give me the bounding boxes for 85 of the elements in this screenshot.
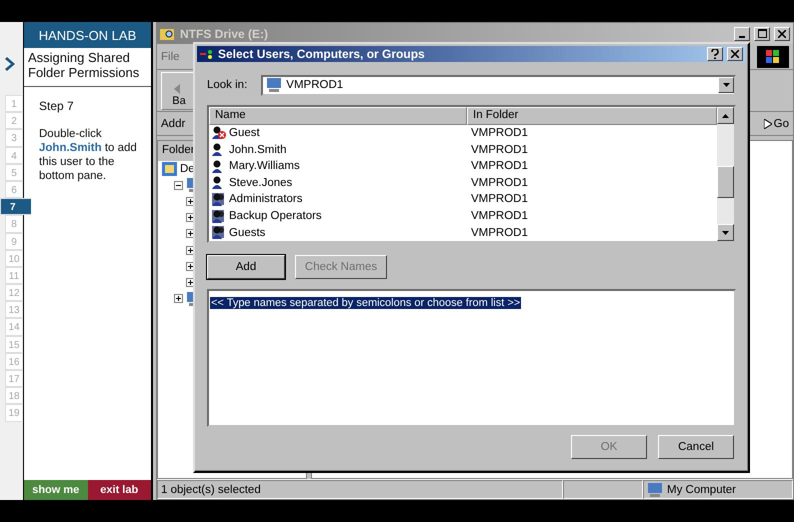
close-button[interactable] [727,47,743,61]
step-number[interactable]: 17 [5,370,22,388]
step-number[interactable]: 19 [5,404,22,422]
up-arrow-icon [722,114,729,118]
folder-cell-text: VMPROD1 [470,176,528,189]
folder-cell-text: VMPROD1 [470,160,528,172]
step-number[interactable]: 15 [5,336,22,353]
step-number[interactable]: 18 [5,387,22,404]
close-icon [731,50,739,58]
folder-cell-text: VMPROD1 [470,144,528,156]
lab-header: HANDS-ON LAB [24,22,151,48]
maximize-icon [758,29,766,38]
window-title: NTFS Drive (E:) [180,26,270,40]
add-button[interactable]: Add [207,255,285,279]
disabled-user-icon [211,125,227,140]
step-label: Step 7 [38,98,75,113]
scrollbar-thumb[interactable] [717,166,734,198]
step-number[interactable]: 8 [5,215,22,232]
name-cell[interactable]: Administrators [229,193,302,206]
look-in-label: Look in: [207,79,248,91]
instruction-text: Double-click John.Smith to add this user to the bottom pane. [38,127,138,183]
down-arrow-icon [722,83,730,87]
name-cell[interactable]: Mary.Williams [229,160,300,172]
lab-title: Assigning Shared Folder Permissions [24,48,151,87]
step-number[interactable]: 9 [5,232,22,250]
name-cell[interactable]: John.Smith [229,144,287,156]
step-number[interactable]: 1 [5,95,22,112]
menu-item[interactable]: File [161,50,180,62]
windows-logo-icon [757,46,789,68]
look-in-dropdown[interactable]: VMPROD1 [261,74,736,96]
step-number[interactable]: 14 [5,318,22,336]
maximize-button[interactable] [754,26,770,40]
cancel-button[interactable]: Cancel [658,435,734,459]
status-text: 1 object(s) selected [157,480,563,499]
dialog-title: Select Users, Computers, or Groups [218,47,426,61]
show-me-button[interactable]: show me [24,480,88,500]
folder-cell-text: VMPROD1 [470,210,528,222]
users-icon [200,49,214,59]
chevron-icon [5,56,17,72]
zone-label: My Computer [667,484,736,496]
group-icon [211,208,227,224]
computer-icon [266,78,282,92]
step-number[interactable]: 10 [5,250,22,267]
name-cell[interactable]: Guests [229,226,266,239]
close-button[interactable] [774,26,790,40]
expand-icon[interactable] [174,294,183,304]
folder-cell-text: VMPROD1 [470,193,528,206]
step-number[interactable]: 4 [5,146,22,164]
name-cell[interactable]: Backup Operators [229,210,322,222]
down-arrow-icon [722,230,729,234]
name-cell[interactable]: Guest [229,126,260,139]
names-hint: << Type names separated by semicolons or choose from list >> [210,297,522,309]
help-button[interactable] [707,47,723,61]
scroll-down-button[interactable] [717,224,734,241]
minimize-button[interactable] [734,26,750,40]
step-number[interactable]: 7 [0,198,31,216]
step-number[interactable]: 5 [5,164,22,181]
step-number[interactable]: 13 [5,301,22,318]
address-label: Addr [161,118,186,130]
help-icon [711,49,719,59]
step-number[interactable]: 12 [5,284,22,302]
collapse-icon[interactable] [174,180,183,190]
folder-search-icon [160,26,176,40]
column-header[interactable]: Name [209,107,467,125]
minimize-icon [739,36,745,38]
close-icon [778,30,786,38]
step-number[interactable]: 6 [5,180,22,198]
exit-button[interactable]: exit lab [88,480,151,500]
dropdown-button[interactable] [718,77,734,93]
group-icon [211,192,227,207]
step-number[interactable]: 16 [5,352,22,370]
computer-icon [647,482,663,496]
step-number[interactable]: 3 [5,129,22,147]
step-number[interactable]: 11 [5,266,22,284]
scroll-up-button[interactable] [717,107,734,124]
desktop-icon [162,162,177,176]
column-header[interactable]: In Folder [467,107,717,125]
group-icon [211,225,227,240]
names-field[interactable]: << Type names separated by semicolons or choose from list >> [207,289,736,427]
step-number[interactable]: 2 [5,112,22,130]
folder-cell-text: VMPROD1 [470,126,528,139]
folder-cell-text: VMPROD1 [470,226,528,239]
go-arrow-icon [764,118,772,128]
name-cell[interactable]: Steve.Jones [229,176,292,189]
go-button[interactable]: Go [764,118,789,130]
